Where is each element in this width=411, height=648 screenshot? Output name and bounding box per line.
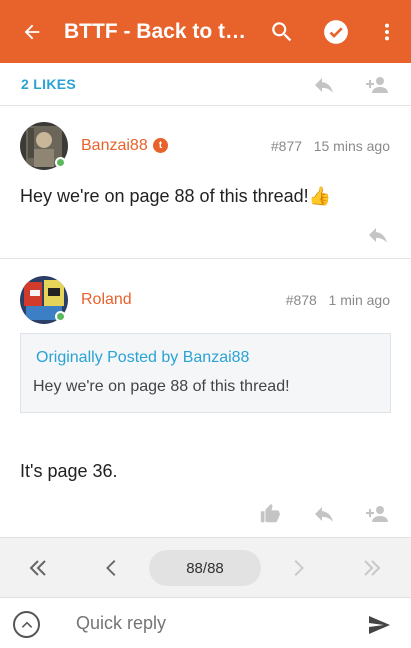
post-time: 15 mins ago	[313, 138, 390, 154]
post-meta: #877 15 mins ago	[271, 138, 390, 154]
post-body: Hey we're on page 88 of this thread!👍	[20, 186, 332, 206]
mark-read-button[interactable]	[309, 0, 363, 63]
post-number[interactable]: #877	[271, 138, 302, 154]
page-navigator: 88/88	[0, 537, 411, 597]
previous-page-button[interactable]	[96, 552, 128, 584]
quick-reply-input[interactable]	[76, 613, 336, 634]
person-add-icon	[366, 506, 388, 522]
username[interactable]: Roland	[81, 291, 132, 309]
reply-button[interactable]	[308, 69, 340, 101]
back-button[interactable]	[0, 0, 64, 63]
username[interactable]: Banzai88	[81, 137, 148, 155]
post-body: It's page 36.	[20, 461, 118, 481]
chevron-right-icon	[294, 560, 304, 576]
online-status-indicator	[55, 157, 66, 168]
double-chevron-left-icon	[29, 560, 46, 576]
more-vert-icon	[384, 23, 390, 40]
overflow-menu-button[interactable]	[363, 0, 411, 63]
post: Banzai88 t #877 15 mins ago Hey we're on…	[0, 107, 411, 259]
quick-reply-bar	[0, 597, 411, 648]
quote-text: Hey we're on page 88 of this thread!	[33, 378, 290, 395]
reply-icon	[369, 228, 387, 243]
quote-header[interactable]: Originally Posted by Banzai88	[36, 349, 249, 367]
likes-link[interactable]: 2 LIKES	[21, 76, 76, 92]
double-chevron-right-icon	[364, 560, 381, 576]
search-icon	[272, 21, 292, 41]
thread-title: BTTF - Back to the Future	[64, 19, 254, 43]
online-status-indicator	[55, 311, 66, 322]
arrow-back-icon	[24, 24, 40, 39]
expand-reply-button[interactable]	[13, 611, 40, 638]
last-page-button[interactable]	[356, 552, 388, 584]
chevron-up-icon	[21, 621, 32, 628]
post-number[interactable]: #878	[286, 292, 317, 308]
chevron-left-icon	[106, 560, 116, 576]
first-page-button[interactable]	[22, 552, 54, 584]
likes-row: 2 LIKES	[0, 63, 411, 106]
reply-icon	[315, 78, 333, 93]
post-meta: #878 1 min ago	[286, 292, 390, 308]
thumbs-up-icon	[260, 503, 281, 523]
send-button[interactable]	[364, 611, 394, 639]
search-button[interactable]	[255, 0, 309, 63]
person-add-icon	[366, 77, 388, 93]
follow-user-button[interactable]	[362, 498, 394, 530]
follow-user-button[interactable]	[362, 69, 394, 101]
post: Roland #878 1 min ago Originally Posted …	[0, 261, 411, 537]
staff-badge: t	[153, 138, 168, 153]
quote-block: Originally Posted by Banzai88 Hey we're …	[20, 333, 391, 413]
post-time: 1 min ago	[328, 292, 390, 308]
reply-icon	[315, 507, 333, 522]
app-bar: BTTF - Back to the Future	[0, 0, 411, 63]
next-page-button[interactable]	[282, 552, 314, 584]
send-icon	[369, 616, 390, 634]
check-circle-icon	[324, 19, 348, 44]
page-indicator[interactable]: 88/88	[149, 550, 261, 586]
reply-button[interactable]	[308, 498, 340, 530]
reply-button[interactable]	[362, 219, 394, 251]
like-button[interactable]	[254, 498, 286, 530]
